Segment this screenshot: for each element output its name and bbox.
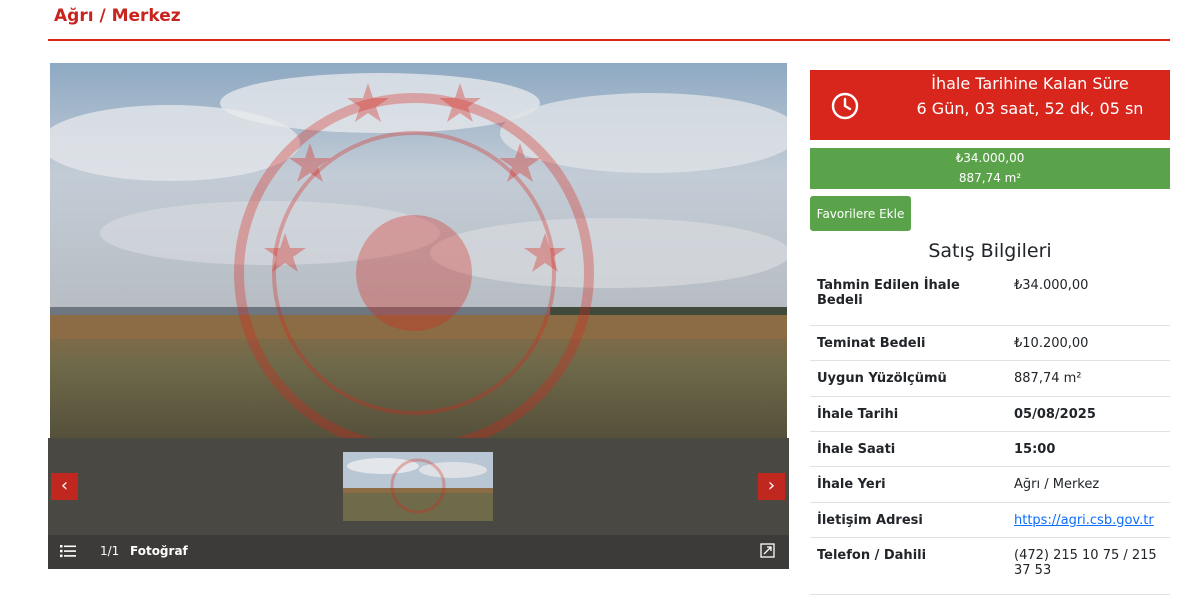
table-row: İletişim Adresi https://agri.csb.gov.tr <box>810 502 1170 538</box>
gallery-toolbar: 1/1 Fotoğraf <box>48 535 789 569</box>
price-summary: ₺34.000,00 887,74 m² <box>810 148 1170 189</box>
photo-label: Fotoğraf <box>130 544 188 558</box>
row-value: Ağrı / Merkez <box>1007 466 1170 503</box>
chevron-right-icon: › <box>767 475 776 496</box>
row-label: Telefon / Dahili <box>810 537 1007 595</box>
row-label: Uygun Yüzölçümü <box>810 360 1007 397</box>
table-row: İhale Yeri Ağrı / Merkez <box>810 466 1170 503</box>
thumbnail-strip: ‹ › <box>48 438 789 535</box>
row-value: ₺10.200,00 <box>1007 325 1170 361</box>
add-to-favorites-button[interactable]: Favorilere Ekle <box>810 196 911 231</box>
fullscreen-icon[interactable] <box>760 543 775 558</box>
countdown-box: İhale Tarihine Kalan Süre 6 Gün, 03 saat… <box>810 70 1170 140</box>
row-value: https://agri.csb.gov.tr <box>1007 502 1170 538</box>
photo-thumbnail[interactable] <box>343 452 493 521</box>
countdown-title: İhale Tarihine Kalan Süre <box>931 74 1129 93</box>
list-icon[interactable] <box>60 544 76 558</box>
row-label: İhale Yeri <box>810 466 1007 503</box>
table-row: Tahmin Edilen İhale Bedeli ₺34.000,00 <box>810 268 1170 326</box>
row-value: 15:00 <box>1007 431 1170 467</box>
photo-gallery: ‹ › 1/1 Fotoğraf <box>48 63 789 569</box>
chevron-left-icon: ‹ <box>60 475 69 496</box>
row-label: Tahmin Edilen İhale Bedeli <box>810 268 1007 326</box>
table-row: İhale Tarihi 05/08/2025 <box>810 396 1170 432</box>
row-value: (472) 215 10 75 / 215 37 53 <box>1007 537 1170 595</box>
land-photo-image <box>50 63 787 438</box>
row-label: İhale Saati <box>810 431 1007 467</box>
table-row: Telefon / Dahili (472) 215 10 75 / 215 3… <box>810 537 1170 595</box>
clock-icon <box>831 92 859 120</box>
title-divider <box>48 39 1170 41</box>
previous-photo-button[interactable]: ‹ <box>51 473 78 500</box>
photo-counter: 1/1 <box>100 544 120 558</box>
next-photo-button[interactable]: › <box>758 473 785 500</box>
table-row: Teminat Bedeli ₺10.200,00 <box>810 325 1170 361</box>
row-value: 05/08/2025 <box>1007 396 1170 432</box>
table-row: İhale Saati 15:00 <box>810 431 1170 467</box>
sale-info-table: Tahmin Edilen İhale Bedeli ₺34.000,00 Te… <box>810 268 1170 595</box>
main-photo[interactable] <box>50 63 787 438</box>
page-title: Ağrı / Merkez <box>54 6 181 26</box>
thumbnail-image <box>343 452 493 521</box>
row-value: ₺34.000,00 <box>1007 268 1170 326</box>
price-amount: ₺34.000,00 <box>955 151 1025 165</box>
countdown-value: 6 Gün, 03 saat, 52 dk, 05 sn <box>916 99 1144 118</box>
row-value: 887,74 m² <box>1007 360 1170 397</box>
sale-info-title: Satış Bilgileri <box>928 240 1052 262</box>
price-area: 887,74 m² <box>958 171 1022 185</box>
row-label: İhale Tarihi <box>810 396 1007 432</box>
table-row: Uygun Yüzölçümü 887,74 m² <box>810 360 1170 397</box>
row-label: İletişim Adresi <box>810 502 1007 538</box>
contact-address-link[interactable]: https://agri.csb.gov.tr <box>1014 513 1154 528</box>
row-label: Teminat Bedeli <box>810 325 1007 361</box>
